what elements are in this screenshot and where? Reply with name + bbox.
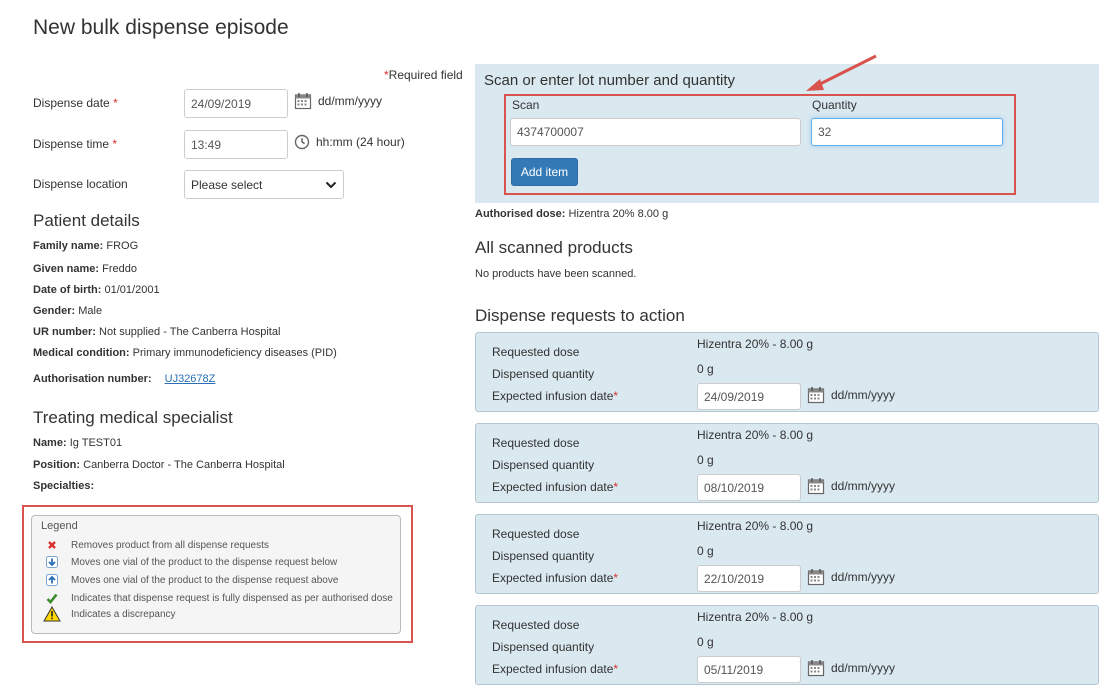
patient-details-heading: Patient details xyxy=(33,211,140,230)
expected-date-format: dd/mm/yyyy xyxy=(807,568,895,586)
legend-item-check: Indicates that dispense request is fully… xyxy=(41,591,393,605)
dispense-request-card: Requested dose Dispensed quantity Expect… xyxy=(475,423,1099,503)
legend-item-remove: Removes product from all dispense reques… xyxy=(41,538,269,552)
dispense-request-card: Requested dose Dispensed quantity Expect… xyxy=(475,514,1099,594)
expected-date-format: dd/mm/yyyy xyxy=(807,477,895,495)
calendar-icon[interactable] xyxy=(294,92,312,110)
expected-date-label: Expected infusion date* xyxy=(492,662,619,676)
dispense-location-select[interactable]: Please select xyxy=(184,170,344,199)
authorisation-number-link[interactable]: UJ32678Z xyxy=(165,373,216,385)
dispense-time-label: Dispense time * xyxy=(33,137,118,151)
expected-date-input[interactable]: 08/10/2019 xyxy=(697,474,801,501)
requested-dose-label: Requested dose xyxy=(492,527,580,541)
specialist-name: Name: Ig TEST01 xyxy=(33,437,123,449)
dispensed-quantity-value: 0 g xyxy=(697,635,714,649)
checkmark-icon xyxy=(41,591,63,605)
expected-date-label: Expected infusion date* xyxy=(492,389,619,403)
patient-given-name: Given name: Freddo xyxy=(33,263,137,275)
dispense-date-input[interactable]: 24/09/2019 xyxy=(184,89,288,118)
requested-dose-label: Requested dose xyxy=(492,345,580,359)
scanned-products-heading: All scanned products xyxy=(475,238,633,257)
expected-date-label: Expected infusion date* xyxy=(492,571,619,585)
dispense-date-label: Dispense date * xyxy=(33,96,118,110)
requested-dose-value: Hizentra 20% - 8.00 g xyxy=(697,610,814,624)
dispense-date-format: dd/mm/yyyy xyxy=(294,92,382,110)
scanned-products-empty: No products have been scanned. xyxy=(475,268,637,280)
expected-date-input[interactable]: 22/10/2019 xyxy=(697,565,801,592)
dispense-request-card: Requested dose Dispensed quantity Expect… xyxy=(475,605,1099,685)
chevron-down-icon xyxy=(325,181,337,188)
patient-family-name: Family name: FROG xyxy=(33,240,139,252)
patient-medical-condition: Medical condition: Primary immunodeficie… xyxy=(33,347,337,359)
legend-title: Legend xyxy=(41,520,78,532)
patient-date-of-birth: Date of birth: 01/01/2001 xyxy=(33,284,160,296)
legend-item-warning: Indicates a discrepancy xyxy=(41,606,176,622)
calendar-icon[interactable] xyxy=(807,477,825,495)
specialist-position: Position: Canberra Doctor - The Canberra… xyxy=(33,459,285,471)
requested-dose-value: Hizentra 20% - 8.00 g xyxy=(697,428,814,442)
expected-date-format: dd/mm/yyyy xyxy=(807,386,895,404)
legend-item-move-down: Moves one vial of the product to the dis… xyxy=(41,555,337,569)
dispense-requests-heading: Dispense requests to action xyxy=(475,306,685,325)
specialist-heading: Treating medical specialist xyxy=(33,408,233,427)
requested-dose-label: Requested dose xyxy=(492,436,580,450)
specialist-specialties: Specialties: xyxy=(33,480,95,492)
dispensed-quantity-value: 0 g xyxy=(697,453,714,467)
calendar-icon[interactable] xyxy=(807,568,825,586)
calendar-icon[interactable] xyxy=(807,659,825,677)
patient-gender: Gender: Male xyxy=(33,305,103,317)
expected-date-input[interactable]: 24/09/2019 xyxy=(697,383,801,410)
dispensed-quantity-label: Dispensed quantity xyxy=(492,640,595,654)
expected-date-input[interactable]: 05/11/2019 xyxy=(697,656,801,683)
scan-label: Scan xyxy=(512,98,540,112)
requested-dose-value: Hizentra 20% - 8.00 g xyxy=(697,337,814,351)
patient-ur-number: UR number: Not supplied - The Canberra H… xyxy=(33,326,281,338)
warning-icon xyxy=(41,606,63,622)
dispensed-quantity-value: 0 g xyxy=(697,362,714,376)
quantity-label: Quantity xyxy=(812,98,857,112)
annotation-arrow-icon xyxy=(806,54,877,91)
dispense-request-card: Requested dose Dispensed quantity Expect… xyxy=(475,332,1099,412)
required-field-note: *Required field xyxy=(384,68,463,82)
scan-panel: Scan or enter lot number and quantity Sc… xyxy=(475,64,1099,203)
dispensed-quantity-label: Dispensed quantity xyxy=(492,367,595,381)
expected-date-format: dd/mm/yyyy xyxy=(807,659,895,677)
quantity-input[interactable]: 32 xyxy=(811,118,1003,146)
requested-dose-value: Hizentra 20% - 8.00 g xyxy=(697,519,814,533)
dispensed-quantity-label: Dispensed quantity xyxy=(492,458,595,472)
add-item-button[interactable]: Add item xyxy=(511,158,578,186)
authorised-dose: Authorised dose: Hizentra 20% 8.00 g xyxy=(475,208,669,220)
dispense-location-label: Dispense location xyxy=(33,177,128,191)
move-up-icon xyxy=(41,573,63,587)
dispense-time-format: hh:mm (24 hour) xyxy=(294,134,405,150)
authorisation-number: Authorisation number: UJ32678Z xyxy=(33,373,216,385)
requested-dose-label: Requested dose xyxy=(492,618,580,632)
clock-icon[interactable] xyxy=(294,134,310,150)
move-down-icon xyxy=(41,555,63,569)
remove-x-icon xyxy=(41,538,63,552)
dispensed-quantity-value: 0 g xyxy=(697,544,714,558)
scan-input[interactable]: 4374700007 xyxy=(510,118,801,146)
dispensed-quantity-label: Dispensed quantity xyxy=(492,549,595,563)
page-title: New bulk dispense episode xyxy=(33,16,289,39)
legend-item-move-up: Moves one vial of the product to the dis… xyxy=(41,573,338,587)
scan-heading: Scan or enter lot number and quantity xyxy=(484,72,735,89)
legend-panel: Legend Removes product from all dispense… xyxy=(31,515,401,634)
calendar-icon[interactable] xyxy=(807,386,825,404)
dispense-time-input[interactable]: 13:49 xyxy=(184,130,288,159)
expected-date-label: Expected infusion date* xyxy=(492,480,619,494)
